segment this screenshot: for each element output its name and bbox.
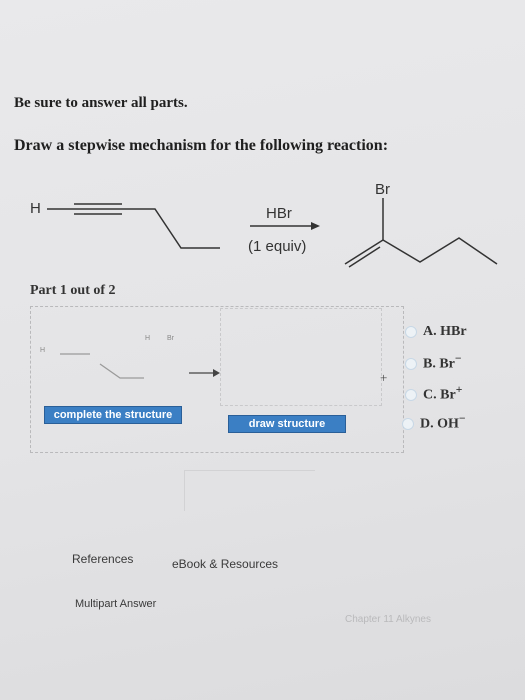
reaction-arrowhead [311, 222, 320, 230]
question-prompt: Draw a stepwise mechanism for the follow… [14, 137, 389, 154]
option-a-letter: A. [423, 324, 437, 339]
option-d-radio[interactable] [402, 418, 414, 431]
option-a[interactable]: A. HBr [405, 324, 467, 340]
left-h-atom: H [145, 335, 151, 342]
part-indicator: Part 1 out of 2 [30, 283, 116, 298]
product-double-bond-1 [344, 239, 384, 265]
product-br-label: Br [375, 181, 390, 198]
left-structure-sketch [60, 353, 144, 379]
option-c-radio[interactable] [405, 389, 417, 402]
instruction-heading: Be sure to answer all parts. [14, 95, 188, 111]
option-b-text: Br [439, 356, 455, 372]
left-h-label: H [40, 347, 46, 354]
option-b-letter: B. [423, 356, 436, 372]
plus-sign: + [380, 370, 388, 385]
lower-blank-area [184, 470, 315, 511]
option-d-text: OH [437, 416, 459, 432]
reactant-chain [122, 208, 220, 249]
product-double-bond-2 [348, 246, 381, 268]
reagent-label: HBr [266, 205, 292, 222]
ebook-resources-link[interactable]: eBook & Resources [172, 557, 278, 571]
product-chain [382, 237, 498, 265]
option-d[interactable]: D. OH− [402, 412, 466, 433]
option-c-text: Br [440, 387, 456, 403]
option-c[interactable]: C. Br+ [405, 383, 462, 404]
option-b-radio[interactable] [405, 358, 417, 371]
option-a-text: HBr [440, 324, 467, 339]
reactant-h-label: H [30, 200, 41, 217]
multipart-answer-label: Multipart Answer [75, 598, 157, 610]
option-c-letter: C. [423, 387, 437, 403]
intermediate-drawing-area[interactable] [220, 308, 382, 406]
references-link[interactable]: References [72, 552, 133, 566]
reaction-scheme [47, 198, 498, 268]
option-c-charge: + [455, 383, 463, 396]
equiv-label: (1 equiv) [248, 238, 307, 255]
draw-structure-button[interactable]: draw structure [228, 415, 346, 433]
option-a-radio[interactable] [405, 325, 417, 338]
option-b[interactable]: B. Br− [405, 352, 462, 373]
chapter-label: Chapter 11 Alkynes [345, 614, 431, 625]
left-br-atom: Br [167, 335, 174, 342]
option-d-charge: − [458, 412, 466, 425]
option-b-charge: − [454, 352, 462, 365]
option-d-letter: D. [420, 416, 434, 432]
complete-structure-button[interactable]: complete the structure [44, 406, 182, 424]
